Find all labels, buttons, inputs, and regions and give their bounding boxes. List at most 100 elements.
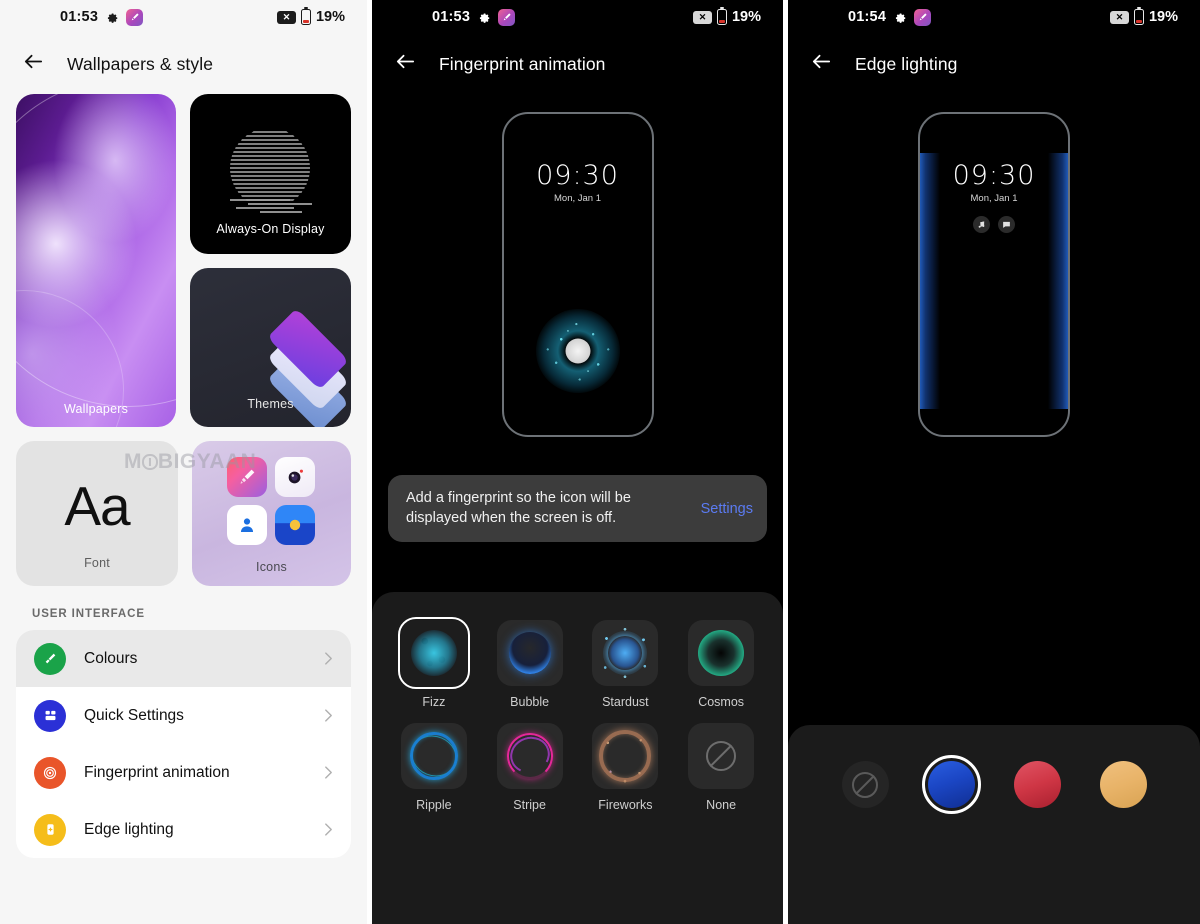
card-themes[interactable]: Themes [190, 268, 351, 427]
battery-icon [1133, 9, 1144, 25]
phone-preview: 09:30 Mon, Jan 1 [501, 112, 654, 437]
status-bar: 01:54 ✕ 19% [788, 0, 1200, 34]
paint-roller-icon [34, 642, 66, 675]
status-bar: 01:53 ✕ 19% [0, 0, 367, 34]
style-option-bubble[interactable]: Bubble [482, 620, 578, 709]
theme-store-app-icon [914, 8, 932, 26]
style-thumbnail[interactable] [592, 620, 659, 686]
animation-style-sheet: Fizz Bubble Stardust Cosmos Ripple Strip… [372, 592, 783, 924]
style-thumbnail[interactable] [592, 723, 659, 789]
theme-store-app-icon [498, 8, 516, 26]
lockscreen-date: Mon, Jan 1 [970, 193, 1018, 204]
camera-app-icon [275, 457, 316, 497]
contacts-app-icon [227, 505, 268, 545]
edge-lighting-icon [34, 813, 66, 846]
list-item-fingerprint-animation[interactable]: Fingerprint animation [16, 744, 351, 801]
fingerprint-animation-preview [535, 309, 620, 393]
status-time: 01:53 [432, 9, 471, 25]
style-option-cosmos[interactable]: Cosmos [673, 620, 769, 709]
app-bar: Edge lighting [788, 34, 1200, 94]
cards-column-right: Always-On Display Themes [190, 94, 351, 427]
status-time: 01:53 [60, 9, 99, 25]
card-label: Font [84, 556, 110, 570]
gear-icon [893, 10, 907, 24]
list-item-colours[interactable]: Colours [16, 630, 351, 687]
style-label: Stardust [602, 695, 649, 709]
style-option-stripe[interactable]: Stripe [482, 723, 578, 812]
battery-percent: 19% [731, 9, 761, 25]
section-header-user-interface: USER INTERFACE [32, 608, 145, 620]
style-thumbnail[interactable] [496, 620, 563, 686]
status-bar-left: 01:53 [432, 8, 516, 26]
stardust-speckles [592, 620, 659, 686]
edge-glow-left [920, 152, 940, 410]
color-swatch-row [788, 725, 1200, 814]
aod-sun-lines-art [230, 131, 312, 213]
style-option-none[interactable]: None [673, 723, 769, 812]
style-label: Fizz [422, 695, 446, 709]
status-time: 01:54 [848, 9, 887, 25]
style-cards-area: Wallpapers Always-On Display Themes Aa F… [0, 94, 367, 586]
lockscreen-shortcut-icons [920, 216, 1068, 233]
no-sim-icon: ✕ [276, 10, 296, 24]
card-icons[interactable]: Icons [191, 441, 351, 586]
back-button[interactable] [394, 50, 417, 78]
style-thumbnail[interactable] [400, 723, 467, 789]
list-item-label: Colours [84, 649, 138, 667]
color-swatch-blue[interactable] [921, 755, 981, 814]
fingerprint-icon [34, 756, 66, 789]
banner-settings-link[interactable]: Settings [701, 501, 753, 517]
back-button[interactable] [22, 50, 45, 78]
chevron-right-icon [325, 652, 332, 665]
lockscreen-time: 09:30 [952, 160, 1036, 191]
style-label: Ripple [416, 798, 452, 812]
fizz-particles [535, 309, 620, 393]
card-always-on-display[interactable]: Always-On Display [190, 94, 351, 254]
cards-row-1: Wallpapers Always-On Display Themes [16, 94, 351, 427]
screenshot-stage: 01:53 ✕ 19% Wallpapers & style Wallpaper… [0, 0, 1200, 924]
back-button[interactable] [810, 50, 833, 78]
card-font[interactable]: Aa Font [16, 441, 178, 586]
cards-row-2: Aa Font Icons [16, 441, 351, 586]
style-option-ripple[interactable]: Ripple [386, 723, 482, 812]
list-item-label: Quick Settings [84, 706, 184, 724]
preview-area: 09:30 Mon, Jan 1 [788, 112, 1200, 437]
banner-message: Add a fingerprint so the icon will be di… [406, 490, 631, 526]
battery-percent: 19% [1148, 9, 1178, 25]
style-thumbnail[interactable] [688, 723, 755, 789]
list-item-label: Fingerprint animation [84, 763, 230, 781]
font-sample-text: Aa [64, 474, 130, 537]
card-wallpapers[interactable]: Wallpapers [16, 94, 176, 427]
page-title: Edge lighting [855, 53, 958, 74]
color-swatch-amber[interactable] [1099, 761, 1147, 808]
list-item-quick-settings[interactable]: Quick Settings [16, 687, 351, 744]
color-swatch-none[interactable] [841, 761, 889, 808]
color-swatch-red[interactable] [1013, 761, 1061, 808]
card-label: Themes [247, 397, 294, 411]
gallery-app-icon [275, 505, 316, 545]
page-title: Wallpapers & style [67, 53, 214, 74]
lockscreen-clock-block: 09:30 Mon, Jan 1 [504, 114, 652, 204]
card-label: Wallpapers [63, 402, 129, 416]
list-item-edge-lighting[interactable]: Edge lighting [16, 801, 351, 858]
style-thumbnail[interactable] [496, 723, 563, 789]
page-title: Fingerprint animation [439, 53, 606, 74]
ripple-secondary-ring [405, 728, 463, 784]
style-option-fizz[interactable]: Fizz [386, 617, 482, 709]
chevron-right-icon [325, 709, 332, 722]
stripe-secondary-arc [505, 731, 555, 778]
app-bar: Wallpapers & style [0, 34, 367, 94]
music-note-icon [973, 216, 990, 233]
fireworks-sparks [592, 723, 659, 789]
style-label: None [706, 798, 737, 812]
style-option-stardust[interactable]: Stardust [578, 620, 674, 709]
style-option-fireworks[interactable]: Fireworks [578, 723, 674, 812]
no-sim-icon: ✕ [692, 10, 712, 24]
theme-store-app-icon [126, 8, 144, 26]
style-thumbnail[interactable] [688, 620, 755, 686]
style-thumbnail[interactable] [397, 617, 470, 689]
quick-settings-icon [34, 699, 66, 732]
gear-icon [105, 10, 119, 24]
animation-style-grid: Fizz Bubble Stardust Cosmos Ripple Strip… [372, 592, 783, 812]
no-color-icon [852, 771, 878, 798]
